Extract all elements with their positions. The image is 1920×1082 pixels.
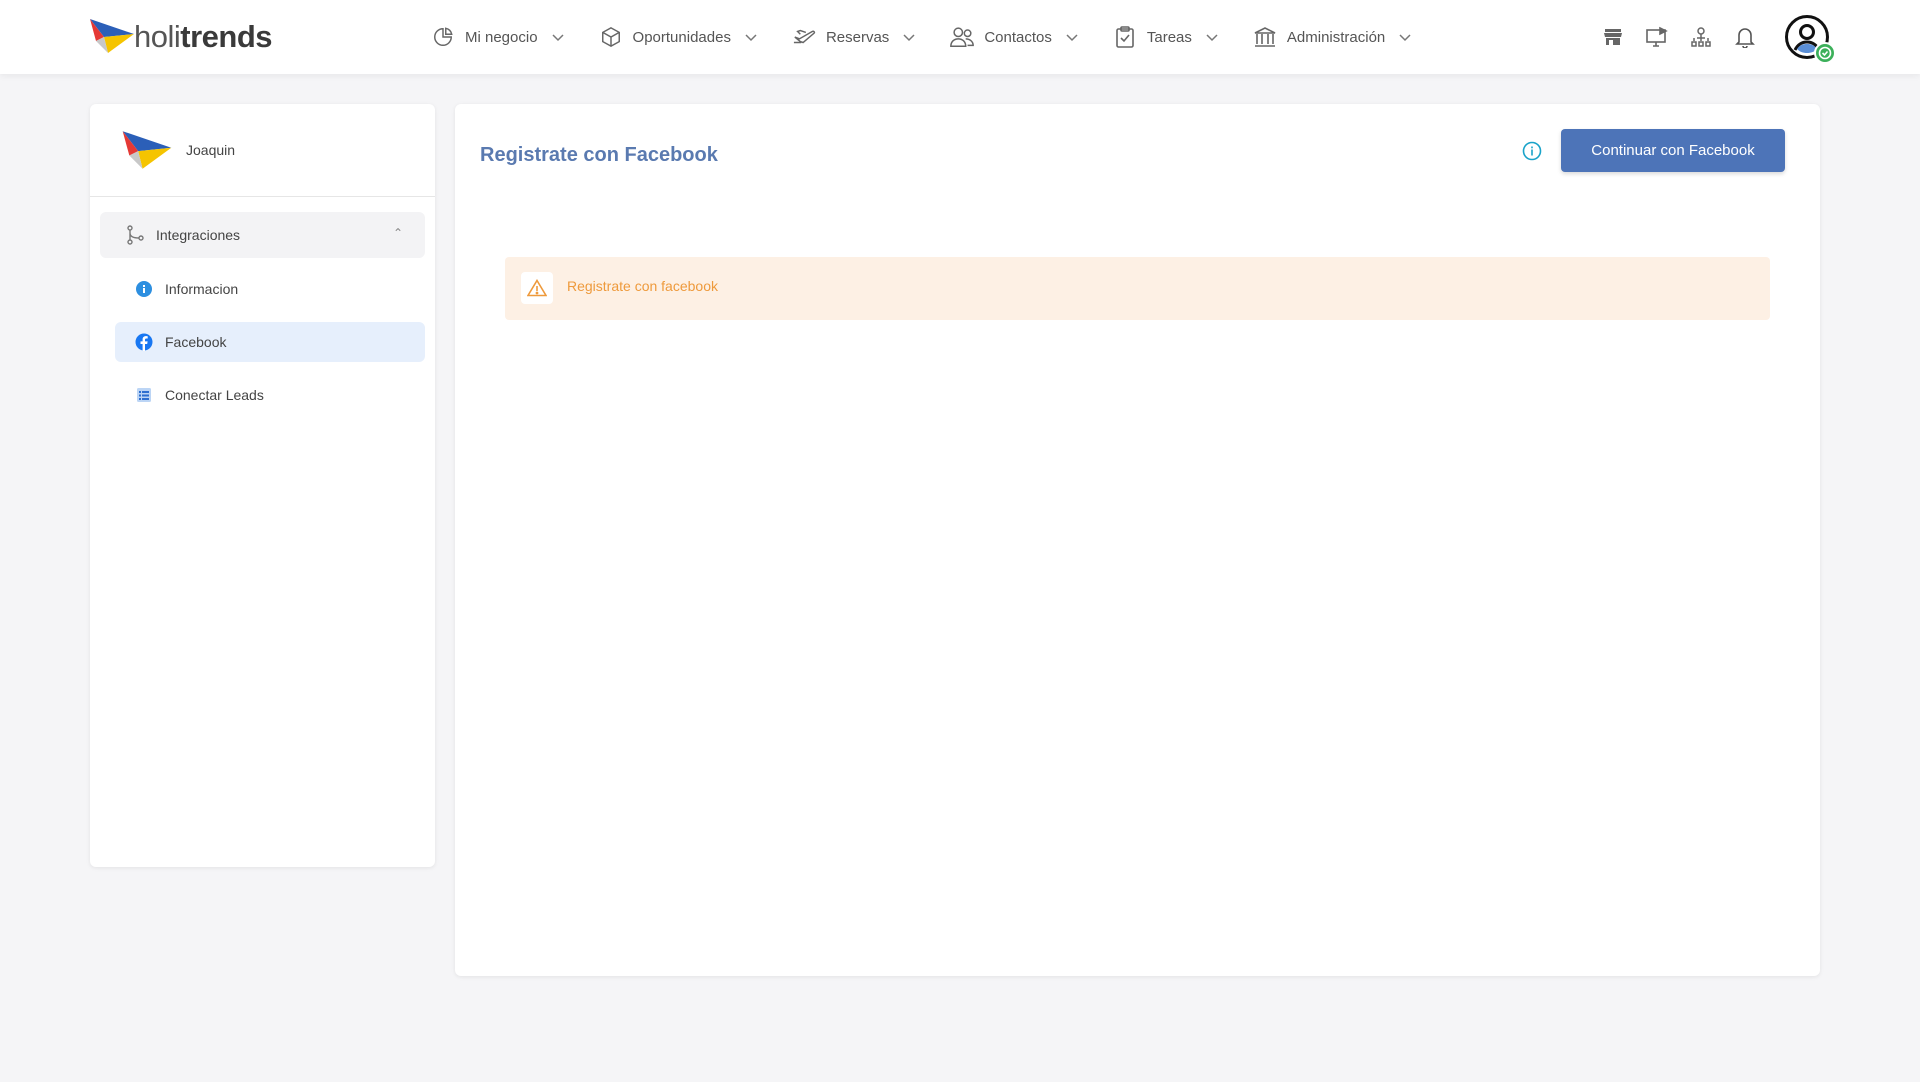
nav-label: Mi negocio [465,28,538,46]
cube-icon [598,24,624,50]
nav-administracion[interactable]: Administración [1252,0,1413,74]
warning-triangle-icon [521,271,553,304]
bank-icon [1252,24,1278,50]
org-name: Joaquin [186,142,236,158]
facebook-icon [135,333,153,351]
screen-play-icon[interactable] [1644,24,1670,50]
main-panel: Registrate con Facebook Continuar con Fa… [455,104,1820,976]
nav-label: Administración [1286,28,1386,46]
nav-tareas[interactable]: Tareas [1112,0,1220,74]
sidebar-header: Joaquin [90,104,435,197]
status-badge [1814,42,1836,64]
sidebar-group-integraciones[interactable]: Integraciones ⌃ [100,212,425,258]
nav-oportunidades[interactable]: Oportunidades [598,0,759,74]
pie-chart-icon [430,24,456,50]
org-logo-icon [122,131,172,169]
alert-text: Registrate con facebook [567,277,718,294]
chevron-down-icon [903,34,915,42]
org-chart-icon[interactable] [1688,24,1714,50]
sidebar-item-label: Informacion [165,281,239,297]
users-icon [949,24,975,50]
top-navigation-bar: holitrends Mi negocio Oportunidades Rese… [0,0,1920,74]
sidebar-item-informacion[interactable]: Informacion [115,269,425,309]
store-icon[interactable] [1600,24,1626,50]
brand-name: holitrends [134,18,273,54]
toolbar-right [1582,0,1836,74]
chevron-up-icon: ⌃ [392,226,403,240]
clipboard-check-icon [1112,24,1138,50]
nav-label: Oportunidades [632,28,731,46]
continue-facebook-button[interactable]: Continuar con Facebook [1561,129,1785,172]
nav-label: Tareas [1146,28,1192,46]
list-icon [135,386,153,404]
nav-mi-negocio[interactable]: Mi negocio [430,0,566,74]
user-avatar[interactable] [1784,14,1836,64]
page-title: Registrate con Facebook [480,144,718,166]
sidebar: Joaquin Integraciones ⌃ Informacion Face… [90,104,435,867]
nav-reservas[interactable]: Reservas [791,0,917,74]
nav-label: Contactos [984,28,1052,46]
warning-alert: Registrate con facebook [505,257,1770,320]
main-nav: Mi negocio Oportunidades Reservas Contac… [430,0,1413,74]
sidebar-item-label: Conectar Leads [165,387,264,403]
info-icon [135,280,153,298]
git-branch-icon [127,225,144,245]
nav-contactos[interactable]: Contactos [949,0,1080,74]
brand-logo[interactable]: holitrends [90,16,273,56]
sidebar-item-label: Facebook [165,334,227,350]
check-circle-icon [1818,46,1832,60]
info-circle-icon[interactable] [1521,140,1543,162]
sidebar-group-label: Integraciones [156,227,241,243]
chevron-down-icon [1399,34,1411,42]
sidebar-item-facebook[interactable]: Facebook [115,322,425,362]
bell-icon[interactable] [1732,24,1758,50]
plane-icon [791,24,817,50]
holitrends-logo-icon [90,19,134,53]
chevron-down-icon [1206,34,1218,42]
chevron-down-icon [745,34,757,42]
sidebar-item-conectar-leads[interactable]: Conectar Leads [115,375,425,415]
chevron-down-icon [552,34,564,42]
chevron-down-icon [1066,34,1078,42]
nav-label: Reservas [825,28,890,46]
